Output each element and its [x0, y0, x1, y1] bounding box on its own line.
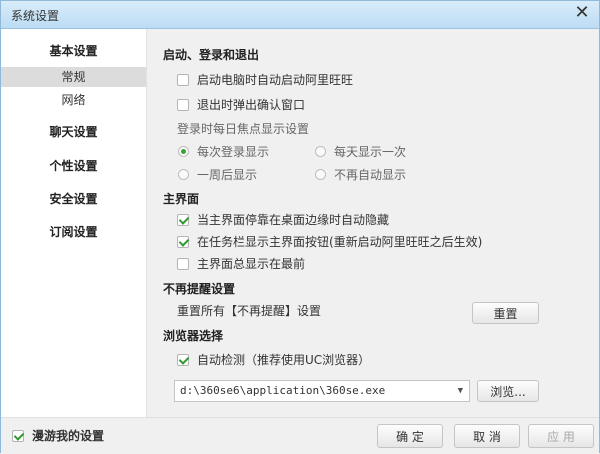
- focus-option-once-daily[interactable]: 每天显示一次: [315, 143, 406, 160]
- sidebar: 基本设置 常规 网络 聊天设置 个性设置 安全设置 订阅设置: [1, 29, 147, 417]
- confirm-exit-checkbox[interactable]: [177, 98, 189, 111]
- settings-content: 启动、登录和退出 启动电脑时自动启动阿里旺旺 退出时弹出确认窗口 登录时每日焦点…: [147, 29, 599, 417]
- focus-option-every-login[interactable]: 每次登录显示: [178, 143, 269, 160]
- radio-after-week[interactable]: [178, 169, 189, 180]
- autodetect-label: 自动检测（推荐使用UC浏览器）: [197, 353, 371, 367]
- cancel-button[interactable]: 取 消: [454, 424, 520, 448]
- sidebar-item-security[interactable]: 安全设置: [1, 190, 146, 207]
- taskbar-checkbox[interactable]: [177, 235, 189, 248]
- sidebar-item-subscription[interactable]: 订阅设置: [1, 223, 146, 240]
- browse-button[interactable]: 浏览...: [477, 380, 539, 402]
- autohide-option[interactable]: 当主界面停靠在桌面边缘时自动隐藏: [177, 211, 389, 228]
- taskbar-option[interactable]: 在任务栏显示主界面按钮(重新启动阿里旺旺之后生效): [177, 233, 482, 250]
- reset-button[interactable]: 重置: [472, 302, 539, 324]
- confirm-exit-label: 退出时弹出确认窗口: [197, 98, 306, 112]
- ok-button[interactable]: 确 定: [377, 424, 443, 448]
- radio-never[interactable]: [315, 169, 326, 180]
- settings-window: 系统设置 ✕ 基本设置 常规 网络 聊天设置 个性设置 安全设置 订阅设置 启动…: [0, 0, 600, 454]
- radio-once-daily[interactable]: [315, 146, 326, 157]
- autostart-checkbox[interactable]: [177, 73, 189, 86]
- autodetect-checkbox[interactable]: [177, 353, 189, 366]
- main-panel-section-title: 主界面: [163, 192, 200, 206]
- reminder-section-title: 不再提醒设置: [163, 282, 236, 296]
- close-icon[interactable]: ✕: [573, 4, 591, 22]
- browser-path-select[interactable]: d:\360se6\application\360se.exe ▼: [174, 380, 470, 402]
- browser-path-value: d:\360se6\application\360se.exe: [180, 384, 386, 397]
- radio-every-login[interactable]: [178, 146, 189, 157]
- chevron-down-icon[interactable]: ▼: [458, 381, 463, 401]
- sidebar-item-network[interactable]: 网络: [1, 90, 146, 110]
- roam-settings-option[interactable]: 漫游我的设置: [12, 427, 104, 444]
- focus-option-never[interactable]: 不再自动显示: [315, 166, 406, 183]
- taskbar-label: 在任务栏显示主界面按钮(重新启动阿里旺旺之后生效): [197, 235, 483, 249]
- autostart-label: 启动电脑时自动启动阿里旺旺: [197, 73, 354, 87]
- radio-every-login-label: 每次登录显示: [197, 145, 270, 159]
- radio-after-week-label: 一周后显示: [197, 168, 258, 182]
- radio-once-daily-label: 每天显示一次: [334, 145, 407, 159]
- browser-section-title: 浏览器选择: [163, 329, 224, 343]
- confirm-exit-option[interactable]: 退出时弹出确认窗口: [177, 96, 305, 113]
- topmost-checkbox[interactable]: [177, 257, 189, 270]
- roam-settings-label: 漫游我的设置: [32, 429, 105, 443]
- sidebar-item-general[interactable]: 常规: [1, 67, 146, 87]
- topmost-option[interactable]: 主界面总显示在最前: [177, 255, 305, 272]
- apply-button[interactable]: 应 用: [528, 424, 594, 448]
- reset-reminders-text: 重置所有【不再提醒】设置: [177, 304, 322, 318]
- window-title: 系统设置: [11, 9, 60, 23]
- autodetect-option[interactable]: 自动检测（推荐使用UC浏览器）: [177, 351, 370, 368]
- autostart-option[interactable]: 启动电脑时自动启动阿里旺旺: [177, 71, 353, 88]
- dialog-footer: 漫游我的设置 确 定 取 消 应 用: [1, 417, 599, 454]
- focus-option-after-week[interactable]: 一周后显示: [178, 166, 257, 183]
- sidebar-item-personal[interactable]: 个性设置: [1, 157, 146, 174]
- radio-never-label: 不再自动显示: [334, 168, 407, 182]
- roam-settings-checkbox[interactable]: [12, 429, 24, 442]
- sidebar-item-chat[interactable]: 聊天设置: [1, 123, 146, 140]
- sidebar-item-basic[interactable]: 基本设置: [1, 42, 146, 59]
- startup-section-title: 启动、登录和退出: [163, 48, 260, 62]
- topmost-label: 主界面总显示在最前: [197, 257, 306, 271]
- title-bar: 系统设置 ✕: [1, 1, 599, 29]
- autohide-checkbox[interactable]: [177, 213, 189, 226]
- autohide-label: 当主界面停靠在桌面边缘时自动隐藏: [197, 213, 390, 227]
- focus-display-label: 登录时每日焦点显示设置: [177, 122, 310, 136]
